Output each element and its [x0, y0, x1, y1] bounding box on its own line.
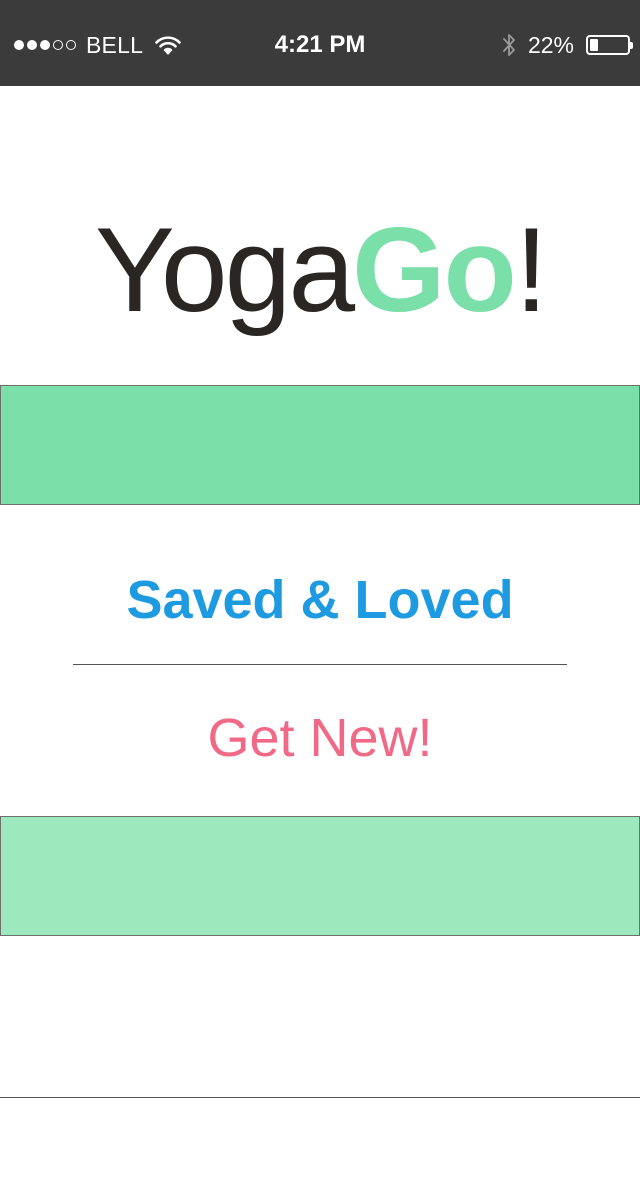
logo-text-go: Go: [352, 203, 517, 337]
logo-text-exclamation: !: [514, 203, 548, 337]
battery-icon: [586, 35, 633, 55]
bottom-divider: [0, 1097, 640, 1098]
battery-fill: [590, 39, 598, 51]
saved-loved-button[interactable]: Saved & Loved: [0, 560, 640, 640]
bottom-banner: [0, 816, 640, 936]
battery-percent: 22%: [527, 31, 574, 58]
top-banner: [0, 385, 640, 505]
menu-divider: [73, 664, 567, 665]
get-new-button[interactable]: Get New!: [0, 698, 640, 778]
bluetooth-icon: [503, 34, 515, 56]
logo-text-yoga: Yoga: [94, 203, 355, 337]
app-logo: YogaGo!: [0, 200, 640, 340]
status-right: 22%: [502, 0, 633, 90]
status-bar: BELL 4:21 PM 22%: [0, 0, 640, 86]
